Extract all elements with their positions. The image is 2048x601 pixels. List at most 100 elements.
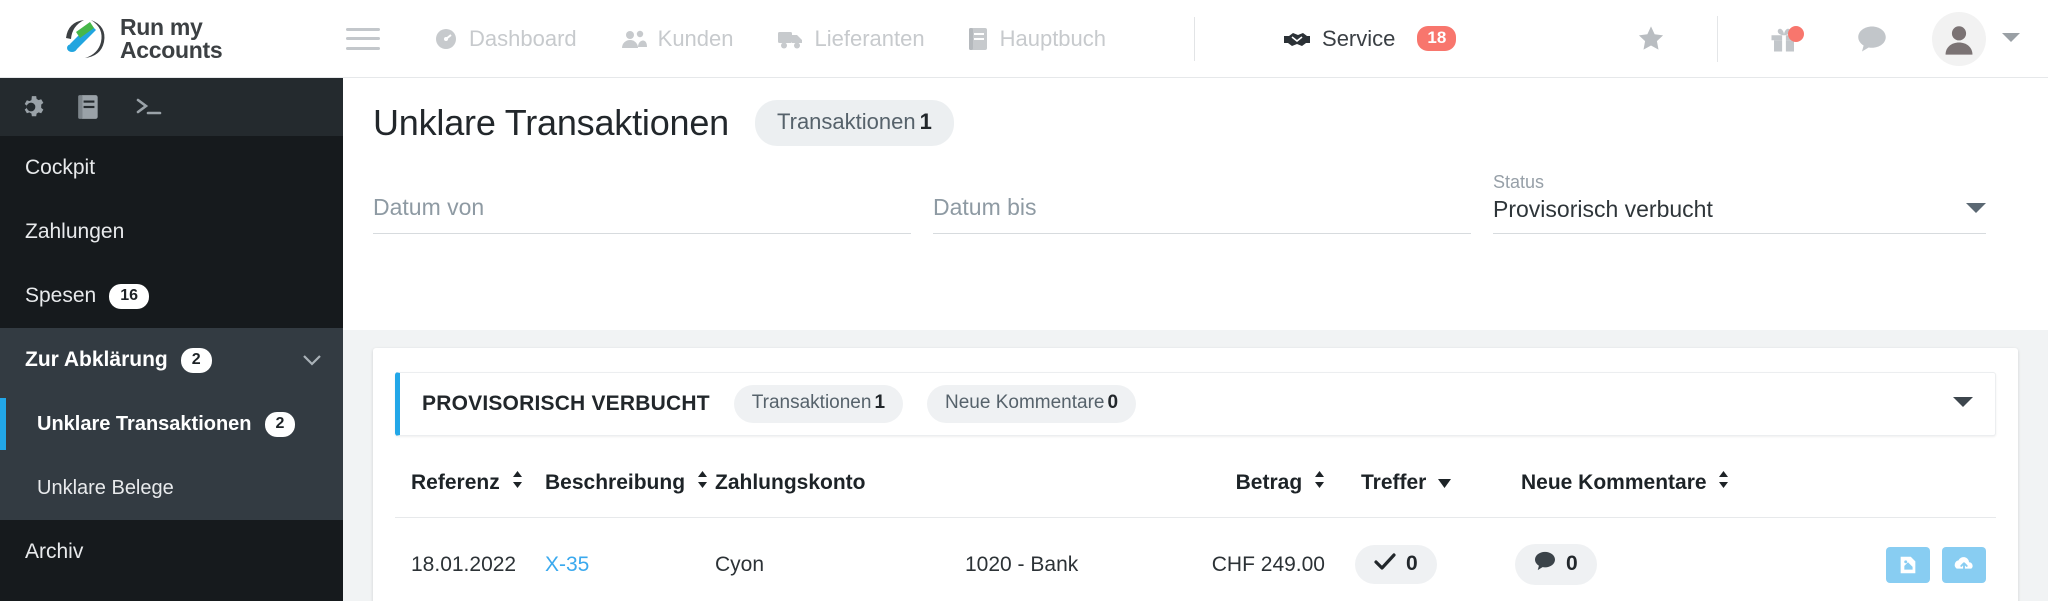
sidebar-item-zahlungen[interactable]: Zahlungen xyxy=(0,200,343,264)
column-header-referenz[interactable]: Referenz xyxy=(395,436,545,518)
sidebar-label-unklare-belege: Unklare Belege xyxy=(37,476,174,499)
filter-bar: Status Provisorisch verbucht xyxy=(343,146,2048,234)
page-transactions-pill-count: 1 xyxy=(919,109,932,134)
column-header-neue-kommentare[interactable]: Neue Kommentare xyxy=(1485,436,1745,518)
sort-both-icon xyxy=(697,470,708,494)
nav-item-kunden[interactable]: Kunden xyxy=(621,26,734,52)
chevron-down-icon[interactable] xyxy=(1966,201,1986,219)
user-avatar[interactable] xyxy=(1932,11,1986,66)
status-select[interactable]: Status Provisorisch verbucht xyxy=(1493,172,1986,234)
app-window: Run my Accounts Dashboard Kunden Liefera… xyxy=(0,0,2048,601)
truck-icon xyxy=(777,28,804,50)
sidebar: Cockpit Zahlungen Spesen 16 Zur Abklärun… xyxy=(0,78,343,601)
favorites-star-icon[interactable] xyxy=(1613,24,1689,53)
transactions-card: PROVISORISCH VERBUCHT Transaktionen 1 Neu… xyxy=(373,348,2018,601)
date-from-label xyxy=(373,172,911,194)
card-comments-pill-label: Neue Kommentare xyxy=(945,392,1105,413)
sidebar-badge-spesen: 16 xyxy=(109,283,150,309)
date-to-field[interactable] xyxy=(933,172,1471,234)
cell-konto: 1020 - Bank xyxy=(965,552,1079,576)
kommentare-count: 0 xyxy=(1566,552,1578,575)
brand-line-1: Run my xyxy=(120,13,203,40)
gear-icon[interactable] xyxy=(18,94,44,120)
sidebar-label-spesen: Spesen xyxy=(25,284,97,307)
upload-icon[interactable] xyxy=(1942,546,1986,583)
main-navigation: Dashboard Kunden Lieferanten Hauptbuch S… xyxy=(434,16,1457,61)
brand-logo[interactable]: Run my Accounts xyxy=(0,13,340,63)
column-label-neue-kommentare: Neue Kommentare xyxy=(1521,471,1707,494)
card-header-provisorisch-verbucht[interactable]: PROVISORISCH VERBUCHT Transaktionen 1 Neu… xyxy=(395,372,1996,436)
date-to-input[interactable] xyxy=(933,194,1471,221)
column-header-beschreibung[interactable]: Beschreibung xyxy=(545,436,715,518)
table-header-row: Referenz Beschreibung Zahlungskonto Betr… xyxy=(395,436,1996,518)
sidebar-item-unklare-transaktionen[interactable]: Unklare Transaktionen 2 xyxy=(0,392,343,456)
hamburger-menu-icon[interactable] xyxy=(346,27,380,50)
book-icon[interactable] xyxy=(78,94,100,120)
table-header: Referenz Beschreibung Zahlungskonto Betr… xyxy=(395,436,1996,518)
card-title: PROVISORISCH VERBUCHT xyxy=(422,392,710,415)
sidebar-item-spesen[interactable]: Spesen 16 xyxy=(0,264,343,328)
sidebar-tools xyxy=(0,78,343,136)
chat-bubble-icon[interactable] xyxy=(1834,25,1910,53)
top-right-divider xyxy=(1717,15,1718,62)
sidebar-label-cockpit: Cockpit xyxy=(25,156,96,179)
treffer-count: 0 xyxy=(1406,552,1418,575)
nav-label-lieferanten: Lieferanten xyxy=(814,25,925,51)
status-label: Status xyxy=(1493,172,1545,192)
assign-document-icon[interactable] xyxy=(1886,546,1930,583)
cell-actions xyxy=(1745,518,1996,601)
table-row[interactable]: 18.01.2022 X-35 Cyon 1020 - Bank CHF 249… xyxy=(395,518,1996,601)
date-from-field[interactable] xyxy=(373,172,911,234)
page-header: Unklare Transaktionen Transaktionen 1 xyxy=(343,78,2048,146)
column-header-zahlungskonto[interactable]: Zahlungskonto xyxy=(715,436,965,518)
brand-line-2: Accounts xyxy=(120,36,223,63)
column-header-treffer[interactable]: Treffer xyxy=(1325,436,1485,518)
card-collapse-chevron-down-icon[interactable] xyxy=(1953,395,1973,413)
sort-descending-icon xyxy=(1438,470,1452,494)
column-label-betrag: Betrag xyxy=(1235,471,1303,494)
status-value: Provisorisch verbucht xyxy=(1493,196,1713,222)
sidebar-item-zur-abklaerung[interactable]: Zur Abklärung 2 xyxy=(0,328,343,392)
page-transactions-pill: Transaktionen 1 xyxy=(755,100,954,146)
date-from-input[interactable] xyxy=(373,194,911,221)
card-comments-pill-count: 0 xyxy=(1107,392,1119,413)
sidebar-item-cockpit[interactable]: Cockpit xyxy=(0,136,343,200)
column-label-treffer: Treffer xyxy=(1361,471,1427,494)
chevron-down-icon[interactable] xyxy=(303,348,321,372)
sidebar-label-archiv: Archiv xyxy=(25,540,84,563)
column-header-actions xyxy=(1745,436,1996,518)
gift-icon[interactable] xyxy=(1746,24,1822,54)
column-header-spacer xyxy=(965,436,1145,518)
sidebar-item-unklare-belege[interactable]: Unklare Belege xyxy=(0,456,343,520)
sidebar-item-archiv[interactable]: Archiv xyxy=(0,520,343,584)
user-menu-chevron-down-icon[interactable] xyxy=(2002,30,2020,48)
nav-label-dashboard: Dashboard xyxy=(469,25,577,51)
terminal-icon[interactable] xyxy=(134,95,164,119)
sort-both-icon xyxy=(512,470,523,494)
treffer-chip[interactable]: 0 xyxy=(1355,545,1437,584)
sidebar-label-zahlungen: Zahlungen xyxy=(25,220,125,243)
cell-beschreibung: X-35 xyxy=(545,518,715,601)
nav-item-lieferanten[interactable]: Lieferanten xyxy=(777,25,925,52)
beschreibung-link[interactable]: X-35 xyxy=(545,553,589,576)
sort-both-icon xyxy=(1314,470,1325,494)
nav-item-hauptbuch[interactable]: Hauptbuch xyxy=(968,25,1107,52)
column-header-betrag[interactable]: Betrag xyxy=(1145,436,1325,518)
nav-item-service[interactable]: Service 18 xyxy=(1283,26,1457,52)
top-navigation-bar: Run my Accounts Dashboard Kunden Liefera… xyxy=(0,0,2048,78)
cell-zahlungskonto-name: Cyon xyxy=(715,552,765,576)
ledger-book-icon xyxy=(968,27,989,51)
nav-divider xyxy=(1194,16,1196,61)
page-transactions-pill-label: Transaktionen xyxy=(777,109,916,134)
kommentare-chip[interactable]: 0 xyxy=(1515,544,1597,585)
page-title: Unklare Transaktionen xyxy=(373,102,729,143)
nav-item-dashboard[interactable]: Dashboard xyxy=(434,26,577,52)
transactions-board: PROVISORISCH VERBUCHT Transaktionen 1 Neu… xyxy=(343,330,2048,601)
gift-notification-dot xyxy=(1788,25,1804,42)
brand-name: Run my Accounts xyxy=(120,13,223,63)
card-transactions-pill-label: Transaktionen xyxy=(751,392,872,413)
row-actions xyxy=(1745,546,1996,583)
chat-bubble-icon xyxy=(1534,551,1556,577)
card-transactions-pill-count: 1 xyxy=(874,392,886,413)
nav-label-hauptbuch: Hauptbuch xyxy=(999,25,1107,51)
